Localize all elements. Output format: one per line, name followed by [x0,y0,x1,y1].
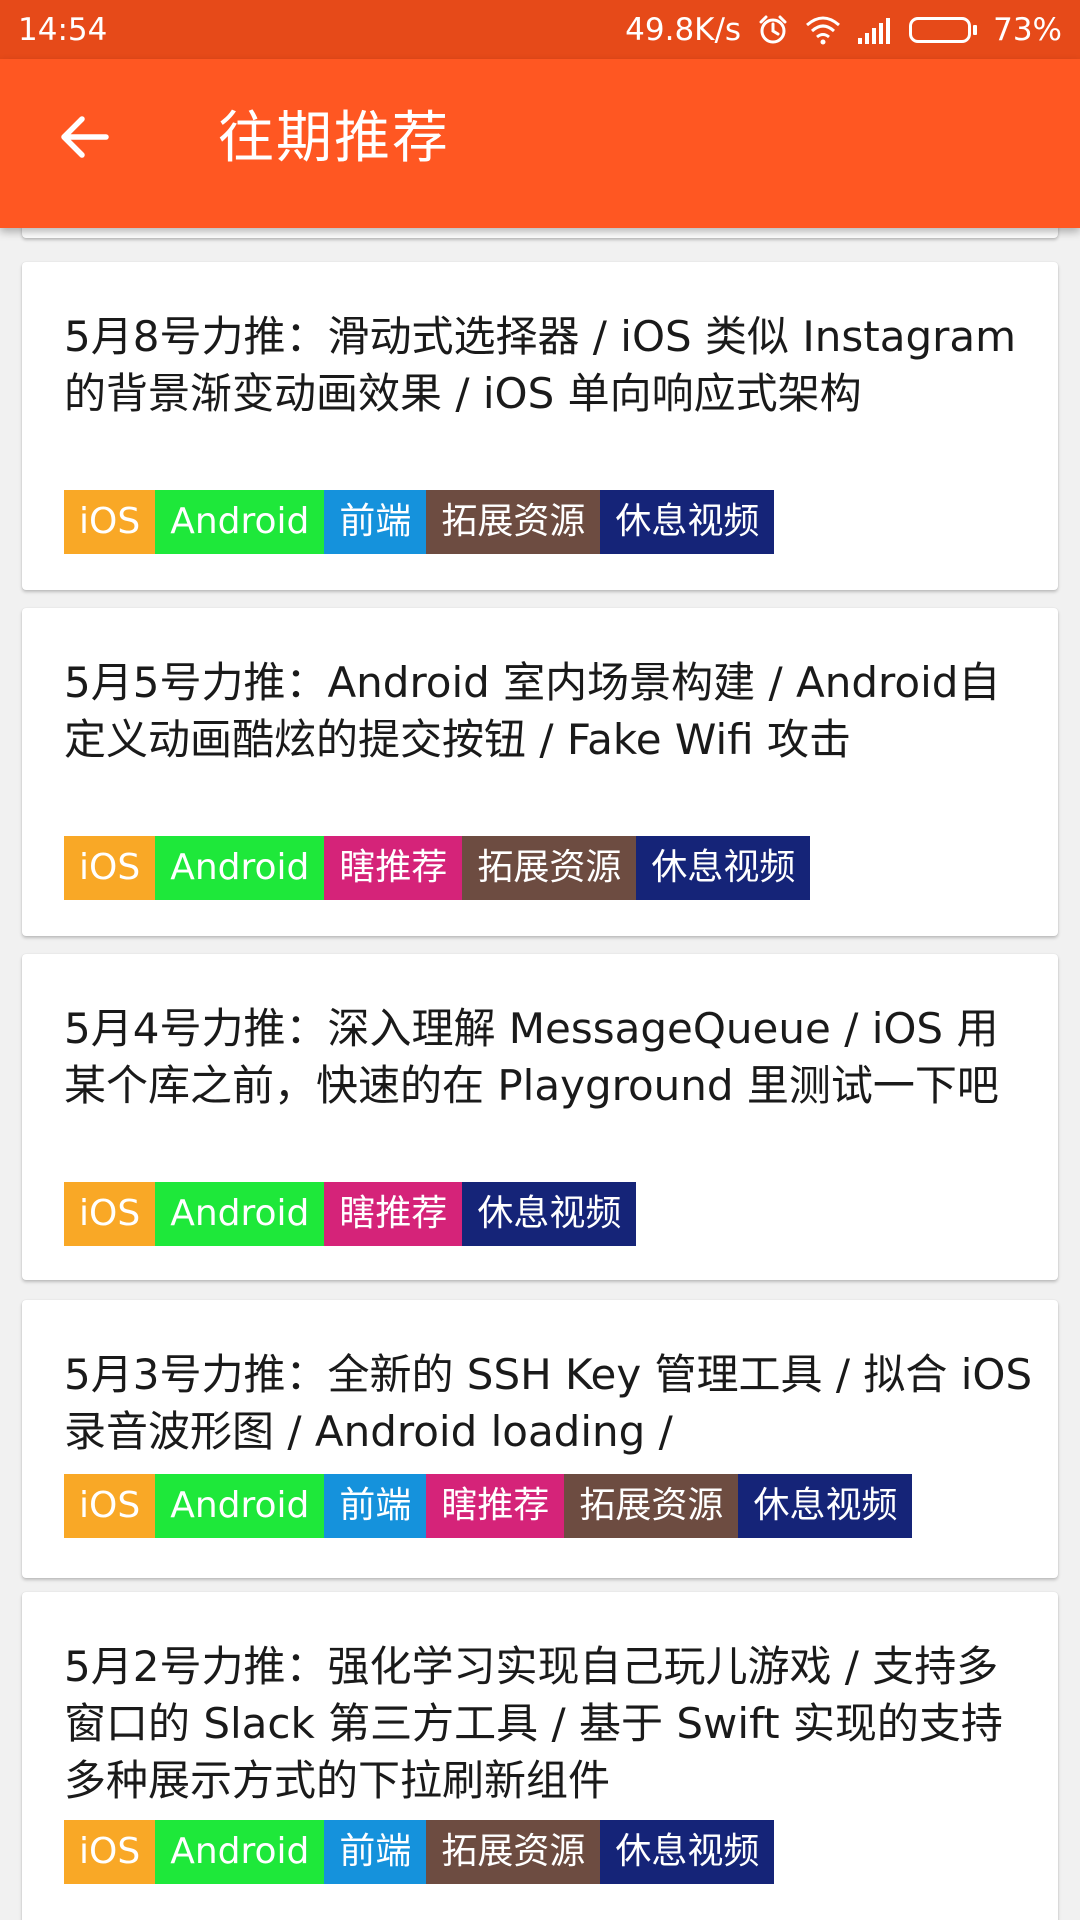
battery-percent: 73% [993,11,1062,48]
tag-chip[interactable]: 拓展资源 [462,836,637,900]
status-icons: 49.8K/s 73% [625,12,1062,48]
tag-chip[interactable]: 瞎推荐 [426,1474,565,1538]
card-title: 5月8号力推：滑动式选择器 / iOS 类似 Instagram 的背景渐变动画… [64,312,1017,418]
tag-chip[interactable]: iOS [64,490,156,554]
app-bar: 往期推荐 [0,59,1080,228]
battery-icon [909,16,978,43]
wifi-icon [805,15,841,45]
status-time: 14:54 [18,11,108,48]
card-title: 5月5号力推：Android 室内场景构建 / Android自定义动画酷炫的提… [64,658,1001,764]
tag-chip[interactable]: Android [155,836,325,900]
tag-chip[interactable]: 拓展资源 [426,1820,601,1884]
tag-chip[interactable]: Android [155,1182,325,1246]
network-speed: 49.8K/s [625,11,742,48]
tag-chip[interactable]: 休息视频 [738,1474,913,1538]
tag-chip[interactable]: 休息视频 [600,490,775,554]
tag-row: iOS Android 瞎推荐 休息视频 [64,1182,637,1246]
card-title: 5月4号力推：深入理解 MessageQueue / iOS 用某个库之前，快速… [64,1004,999,1110]
list-item[interactable]: 5月5号力推：Android 室内场景构建 / Android自定义动画酷炫的提… [22,608,1058,936]
status-bar: 14:54 49.8K/s 73% [0,0,1080,59]
tag-chip[interactable]: iOS [64,1182,156,1246]
card-title: 5月2号力推：强化学习实现自己玩儿游戏 / 支持多窗口的 Slack 第三方工具… [64,1642,1003,1805]
list-item[interactable]: 5月3号力推：全新的 SSH Key 管理工具 / 拟合 iOS 录音波形图 /… [22,1300,1058,1578]
tag-chip[interactable]: 前端 [324,490,427,554]
tag-chip[interactable]: 瞎推荐 [324,1182,463,1246]
tag-chip[interactable]: 前端 [324,1820,427,1884]
card-title: 5月3号力推：全新的 SSH Key 管理工具 / 拟合 iOS 录音波形图 /… [64,1350,1033,1456]
tag-chip[interactable]: 前端 [324,1474,427,1538]
tag-row: iOS Android 前端 拓展资源 休息视频 [64,490,775,554]
list-item-partial[interactable] [22,228,1058,238]
tag-chip[interactable]: Android [155,490,325,554]
tag-row: iOS Android 前端 瞎推荐 拓展资源 休息视频 [64,1474,913,1538]
tag-chip[interactable]: Android [155,1474,325,1538]
tag-chip[interactable]: 拓展资源 [564,1474,739,1538]
tag-chip[interactable]: iOS [64,1474,156,1538]
tag-chip[interactable]: 休息视频 [462,1182,637,1246]
tag-chip[interactable]: 休息视频 [600,1820,775,1884]
tag-chip[interactable]: 瞎推荐 [324,836,463,900]
tag-chip[interactable]: Android [155,1820,325,1884]
back-button[interactable] [44,99,124,179]
tag-chip[interactable]: 拓展资源 [426,490,601,554]
list-item[interactable]: 5月4号力推：深入理解 MessageQueue / iOS 用某个库之前，快速… [22,954,1058,1280]
tag-row: iOS Android 瞎推荐 拓展资源 休息视频 [64,836,811,900]
page-title: 往期推荐 [218,106,450,171]
arrow-back-icon [58,113,110,165]
alarm-icon [757,14,789,46]
tag-row: iOS Android 前端 拓展资源 休息视频 [64,1820,775,1884]
tag-chip[interactable]: 休息视频 [636,836,811,900]
list-item[interactable]: 5月2号力推：强化学习实现自己玩儿游戏 / 支持多窗口的 Slack 第三方工具… [22,1592,1058,1920]
tag-chip[interactable]: iOS [64,836,156,900]
tag-chip[interactable]: iOS [64,1820,156,1884]
list-item[interactable]: 5月8号力推：滑动式选择器 / iOS 类似 Instagram 的背景渐变动画… [22,262,1058,590]
recommendation-list[interactable]: 5月8号力推：滑动式选择器 / iOS 类似 Instagram 的背景渐变动画… [0,228,1080,1920]
signal-icon [857,16,893,44]
